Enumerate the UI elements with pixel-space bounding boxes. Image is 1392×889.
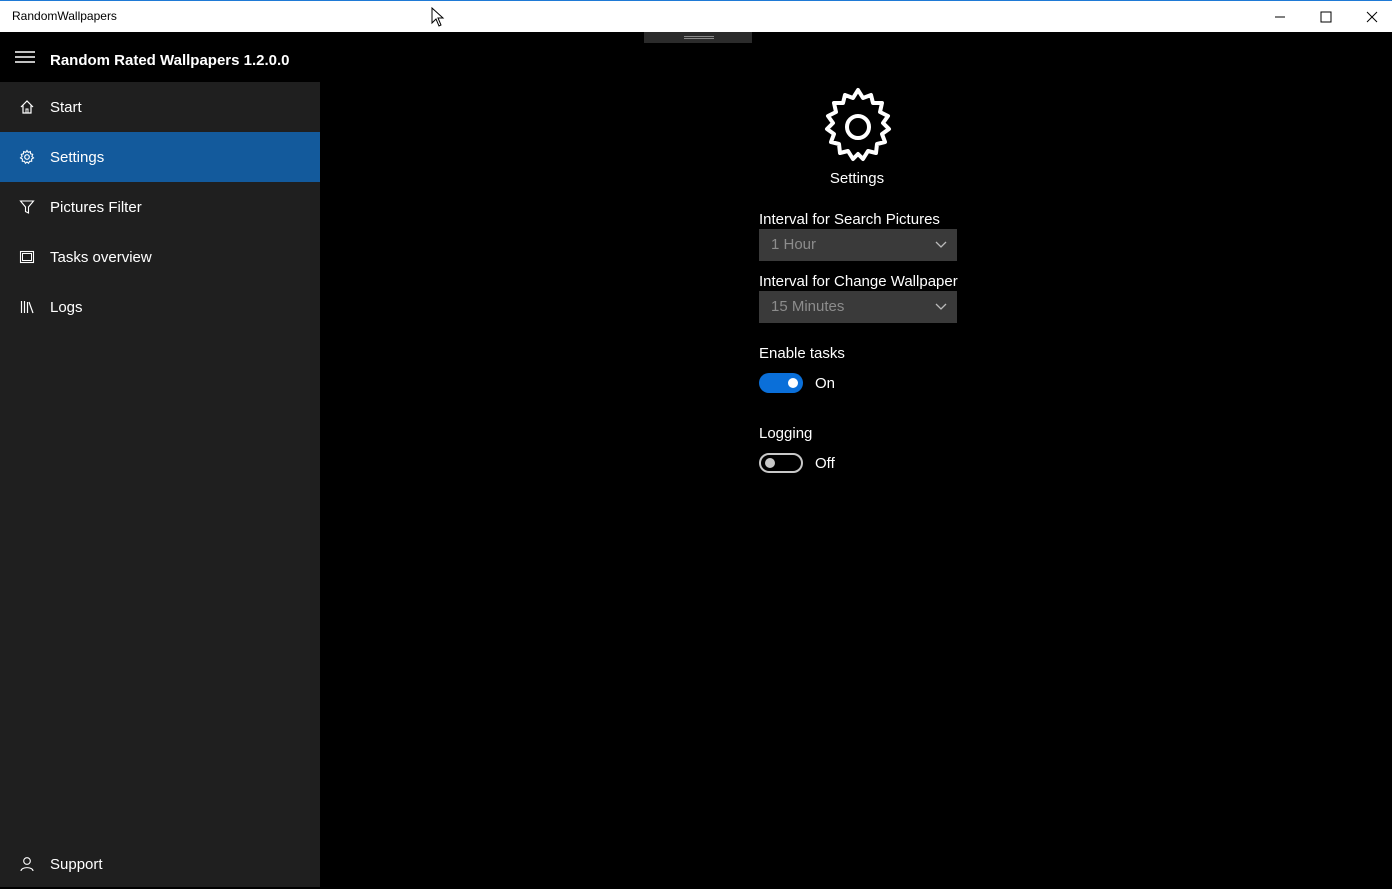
change-interval-label: Interval for Change Wallpaper — [759, 273, 958, 290]
window-title: RandomWallpapers — [12, 9, 117, 23]
minimize-icon — [1275, 16, 1285, 17]
gear-icon — [825, 88, 891, 161]
drag-grip — [684, 36, 714, 37]
search-interval-dropdown[interactable]: 1 Hour — [759, 229, 957, 261]
chevron-down-icon — [935, 241, 947, 248]
home-icon — [0, 82, 50, 132]
nav-item-settings[interactable]: Settings — [0, 132, 320, 182]
page-title: Settings — [829, 170, 885, 187]
filter-icon — [0, 182, 50, 232]
toggle-knob — [788, 378, 798, 388]
drag-handle[interactable] — [644, 32, 752, 43]
dropdown-value: 15 Minutes — [771, 298, 845, 315]
library-icon — [0, 282, 50, 332]
nav-item-label: Settings — [50, 148, 105, 166]
logging-state: Off — [815, 455, 835, 472]
tasks-icon — [0, 232, 50, 282]
maximize-button[interactable] — [1303, 1, 1349, 32]
search-interval-label: Interval for Search Pictures — [759, 211, 940, 228]
change-interval-dropdown[interactable]: 15 Minutes — [759, 291, 957, 323]
enable-tasks-label: Enable tasks — [759, 345, 845, 362]
minimize-button[interactable] — [1257, 1, 1303, 32]
nav-item-label: Pictures Filter — [50, 198, 142, 216]
nav-item-label: Logs — [50, 298, 83, 316]
nav-item-label: Tasks overview — [50, 248, 152, 266]
mouse-cursor-icon — [431, 7, 445, 27]
chevron-down-icon — [935, 303, 947, 310]
logging-label: Logging — [759, 425, 813, 442]
app-name: Random Rated Wallpapers 1.2.0.0 — [50, 52, 290, 69]
drag-grip — [684, 38, 714, 39]
gear-icon — [0, 132, 50, 182]
hamburger-button[interactable] — [0, 32, 50, 82]
dropdown-value: 1 Hour — [771, 236, 817, 253]
title-bar[interactable]: RandomWallpapers — [0, 0, 1392, 32]
navigation-pane: Random Rated Wallpapers 1.2.0.0 Start Se… — [0, 32, 320, 887]
hamburger-icon — [15, 51, 35, 63]
enable-tasks-state: On — [815, 375, 836, 392]
toggle-knob — [765, 458, 775, 468]
nav-item-tasks-overview[interactable]: Tasks overview — [0, 232, 320, 282]
person-icon — [0, 839, 50, 889]
nav-item-support[interactable]: Support — [0, 841, 320, 887]
maximize-icon — [1320, 11, 1332, 22]
nav-item-start[interactable]: Start — [0, 82, 320, 132]
nav-item-label: Support — [50, 855, 103, 873]
logging-toggle[interactable] — [759, 453, 803, 473]
nav-item-label: Start — [50, 98, 82, 116]
close-button[interactable] — [1349, 1, 1392, 32]
nav-item-pictures-filter[interactable]: Pictures Filter — [0, 182, 320, 232]
enable-tasks-toggle[interactable] — [759, 373, 803, 393]
close-icon — [1366, 11, 1378, 22]
nav-item-logs[interactable]: Logs — [0, 282, 320, 332]
pane-header: Random Rated Wallpapers 1.2.0.0 — [0, 32, 320, 82]
